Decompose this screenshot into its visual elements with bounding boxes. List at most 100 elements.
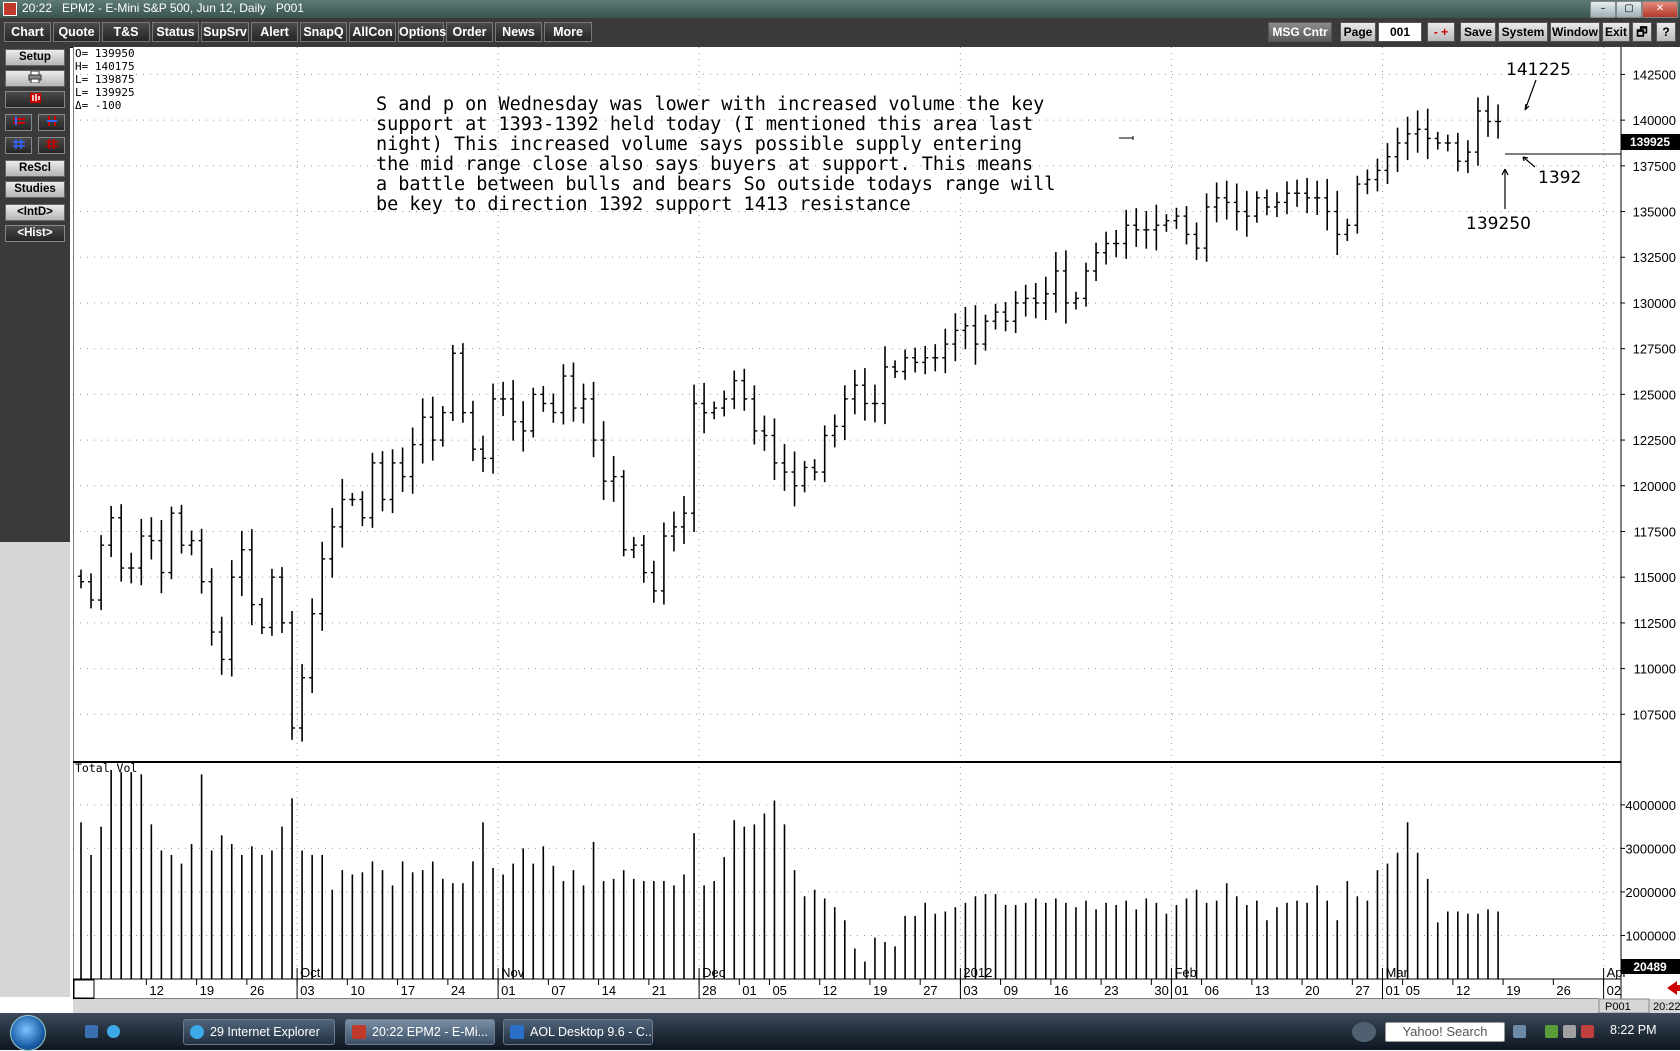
status-button[interactable]: Status	[152, 22, 199, 42]
taskbar-label: 29 Internet Explorer	[210, 1025, 320, 1039]
quote-button[interactable]: Quote	[53, 22, 100, 42]
date-axis-label: 14	[602, 983, 616, 998]
news-button[interactable]: News	[495, 22, 542, 42]
compress-icon	[12, 139, 25, 149]
price-axis-label: 127500	[1633, 342, 1676, 357]
taskbar-aol-desktop[interactable]: AOL Desktop 9.6 - C...	[503, 1019, 653, 1045]
date-axis-label: 07	[551, 983, 565, 998]
date-axis-label: 12	[149, 983, 163, 998]
msg-center-button[interactable]: MSG Cntr	[1268, 22, 1332, 42]
date-axis-label: 10	[350, 983, 364, 998]
help-button[interactable]: ?	[1656, 22, 1676, 42]
scroll-left-button[interactable]	[5, 114, 32, 131]
date-axis-label: 01	[1386, 983, 1400, 998]
date-axis-label: 09	[1004, 983, 1018, 998]
order-button[interactable]: Order	[446, 22, 493, 42]
intraday-button[interactable]: <IntD>	[5, 204, 65, 221]
rescale-button[interactable]: ReScl	[5, 160, 65, 177]
history-button[interactable]: <Hist>	[5, 225, 65, 242]
month-label: Feb	[1174, 965, 1196, 980]
month-label: Dec	[702, 965, 726, 980]
sidebar-empty-area	[0, 542, 70, 997]
chart-area[interactable]: 142500 140000 137500 135000 132500 130000 1275…	[73, 47, 1680, 1013]
exit-button[interactable]: Exit	[1602, 22, 1630, 42]
snapq-button[interactable]: SnapQ	[300, 22, 347, 42]
status-strip: P001 20:22	[73, 998, 1680, 1013]
volume-icon[interactable]	[1581, 1025, 1594, 1038]
options-button[interactable]: Options	[398, 22, 446, 42]
printer-icon	[28, 70, 42, 84]
date-axis-label: 17	[401, 983, 415, 998]
page-step-button[interactable]: - +	[1427, 22, 1455, 42]
expand-button[interactable]	[38, 137, 65, 154]
date-axis-label: 19	[873, 983, 887, 998]
window-button[interactable]: Window	[1550, 22, 1600, 42]
ohlc-delta: Δ= -100	[75, 99, 121, 112]
taskbar-chart-window[interactable]: 20:22 EPM2 - E-Mi...	[345, 1019, 495, 1045]
restore-icon[interactable]: 🗗	[1632, 22, 1652, 42]
more-button[interactable]: More	[544, 22, 592, 42]
volume-axis-label: 3000000	[1625, 841, 1676, 856]
price-axis-label: 130000	[1633, 296, 1676, 311]
save-button[interactable]: Save	[1460, 22, 1496, 42]
left-sidebar: Setup ReScl Studies <IntD> <Hist>	[0, 47, 70, 542]
alert-button[interactable]: Alert	[251, 22, 298, 42]
tray-icon[interactable]	[1545, 1025, 1558, 1038]
taskbar-internet-explorer[interactable]: 29 Internet Explorer	[183, 1019, 335, 1045]
date-axis-label: 05	[772, 983, 786, 998]
date-axis-corner	[73, 979, 95, 999]
studies-button[interactable]: Studies	[5, 181, 65, 198]
time-and-sales-button[interactable]: T&S	[102, 22, 150, 42]
allcon-button[interactable]: AllCon	[349, 22, 396, 42]
setup-button[interactable]: Setup	[5, 49, 65, 66]
date-axis-label: 26	[250, 983, 264, 998]
callout-high: 141225	[1506, 60, 1571, 80]
price-axis-label: 122500	[1633, 433, 1676, 448]
ie-quicklaunch-icon[interactable]	[107, 1025, 120, 1038]
date-axis-label: 27	[1355, 983, 1369, 998]
price-axis-label: 110000	[1634, 662, 1676, 677]
date-axis-label: 03	[963, 983, 977, 998]
price-axis-label: 112500	[1634, 616, 1676, 631]
compress-button[interactable]	[5, 137, 32, 154]
print-button[interactable]	[5, 70, 65, 87]
last-price-value: 139925	[1630, 135, 1670, 149]
volume-axis-label: 2000000	[1625, 885, 1676, 900]
minimize-button[interactable]: –	[1590, 1, 1616, 18]
aol-icon	[510, 1025, 524, 1039]
maximize-button[interactable]: ▢	[1616, 1, 1642, 18]
search-icon[interactable]	[1513, 1025, 1526, 1038]
date-axis-label: 21	[652, 983, 666, 998]
price-axis-label: 142500	[1633, 67, 1676, 82]
chart-button[interactable]: Chart	[4, 22, 51, 42]
ohlc-high: H= 140175	[75, 60, 135, 73]
swap-vertical-icon	[46, 116, 57, 126]
taskbar-label: AOL Desktop 9.6 - C...	[530, 1025, 653, 1039]
date-axis-label: 19	[1506, 983, 1520, 998]
taskbar-clock: 8:22 PM	[1610, 1023, 1657, 1037]
date-axis-label: 01	[501, 983, 515, 998]
yahoo-search-field[interactable]: Yahoo! Search	[1385, 1022, 1505, 1042]
page-number-field[interactable]: 001	[1378, 22, 1422, 42]
last-price-tag: 139925	[1621, 134, 1680, 150]
close-button[interactable]: ✕	[1642, 1, 1678, 18]
network-icon[interactable]	[1563, 1025, 1576, 1038]
supsrv-button[interactable]: SupSrv	[201, 22, 249, 42]
commentary-line: a battle between bulls and bears So outs…	[376, 174, 1055, 195]
show-desktop-icon[interactable]	[85, 1025, 98, 1038]
month-label: 2012	[963, 965, 992, 980]
commentary-line: be key to direction 1392 support 1413 re…	[376, 194, 911, 215]
ie-icon	[190, 1025, 204, 1039]
taskbar-label: 20:22 EPM2 - E-Mi...	[372, 1025, 489, 1039]
date-axis-label: 19	[200, 983, 214, 998]
ohlc-open: O= 139950	[75, 47, 135, 60]
chart-type-button[interactable]	[5, 91, 65, 108]
system-button[interactable]: System	[1498, 22, 1548, 42]
start-button-icon[interactable]	[10, 1015, 46, 1051]
date-axis-label: 01	[742, 983, 756, 998]
price-axis-label: 125000	[1633, 387, 1676, 402]
month-label: Mar	[1386, 965, 1409, 980]
price-axis-label: 137500	[1633, 159, 1676, 174]
volume-pane-label: Total Vol	[75, 761, 137, 775]
scroll-right-button[interactable]	[38, 114, 65, 131]
